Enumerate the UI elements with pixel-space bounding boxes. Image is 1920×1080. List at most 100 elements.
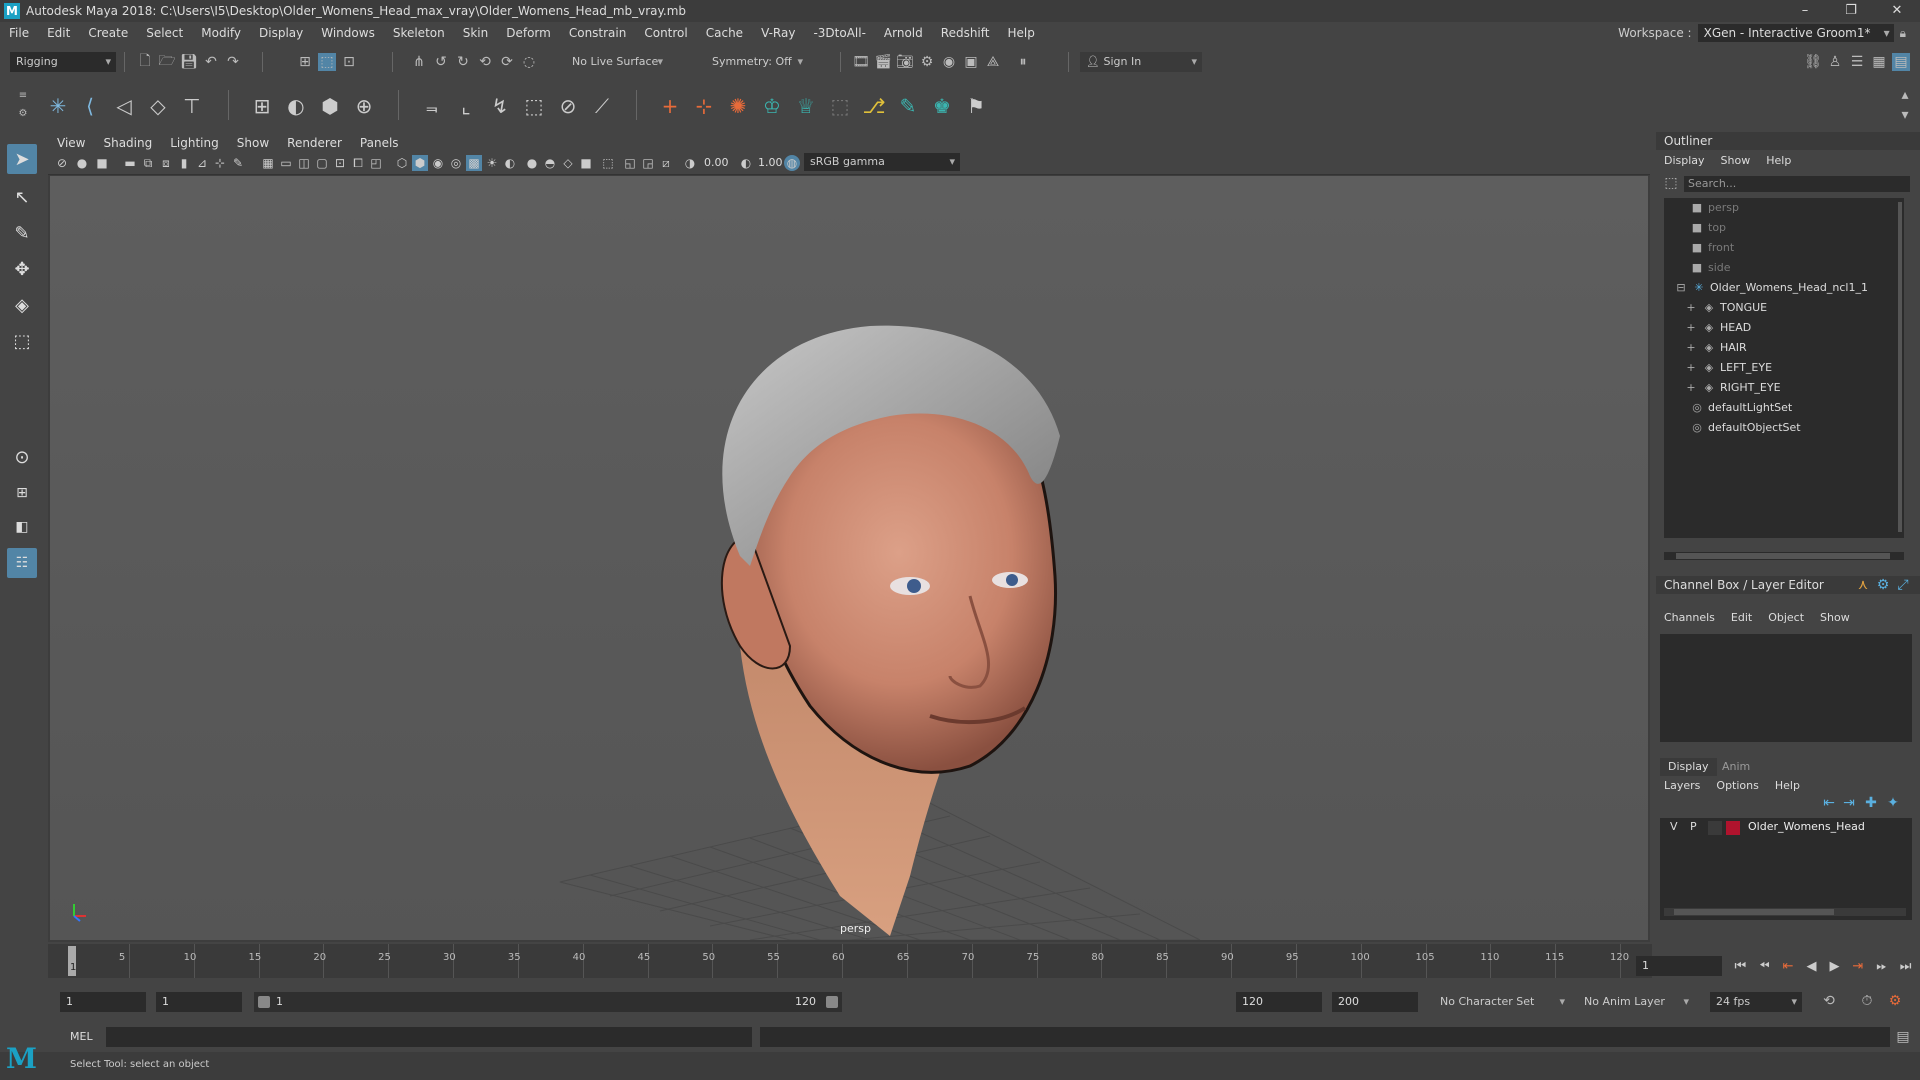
go-to-start-icon[interactable]: ⏮︎ — [1734, 959, 1746, 974]
expand-icon[interactable]: + — [1684, 358, 1698, 378]
layer-playback-toggle[interactable]: P — [1690, 820, 1697, 833]
outliner-search-input[interactable]: Search... — [1684, 176, 1910, 192]
outliner-item-camera[interactable]: ■ front — [1690, 238, 1734, 258]
use-all-lights-icon[interactable]: ☀ — [484, 155, 500, 171]
humanik-icon[interactable]: ♔ — [758, 92, 786, 120]
channel-box-layout-icon[interactable]: ⋏ — [1854, 576, 1872, 594]
pole-vector-icon[interactable]: ⟋ — [588, 92, 616, 120]
loop-icon[interactable]: ⟲ — [1820, 992, 1838, 1010]
view-transform-dropdown[interactable]: sRGB gamma — [804, 153, 960, 171]
outliner-layout-icon[interactable]: ☷ — [7, 548, 37, 578]
lattice-icon[interactable]: ⬢ — [316, 92, 344, 120]
orient-constraint-icon[interactable]: ↯ — [486, 92, 514, 120]
go-to-end-icon[interactable]: ⏭︎ — [1900, 959, 1912, 974]
shelf-gear-icon[interactable]: ⚙ — [14, 104, 32, 122]
resolution-toggle-icon[interactable]: ⊡ — [332, 155, 348, 171]
backface-culling-icon[interactable]: ⧄ — [658, 155, 674, 171]
pan-zoom-icon[interactable]: ◰ — [368, 155, 384, 171]
field-chart-icon[interactable]: ⊿ — [194, 155, 210, 171]
lock-icon[interactable]: 🔒︎ — [1900, 26, 1906, 41]
menu-help[interactable]: Help — [998, 26, 1043, 40]
outliner-item-mesh[interactable]: + ◈ HAIR — [1684, 338, 1746, 358]
two-pane-layout-icon[interactable]: ◧ — [7, 512, 37, 542]
xray-joints-icon[interactable]: ◲ — [640, 155, 656, 171]
layer-move-down-icon[interactable]: ⇥ — [1840, 794, 1858, 812]
select-camera-icon[interactable]: ⊘ — [54, 155, 70, 171]
restore-button[interactable]: ❐ — [1828, 0, 1874, 22]
viewport-menu-view[interactable]: View — [48, 136, 94, 150]
range-end-handle[interactable] — [826, 996, 838, 1008]
select-tool-icon[interactable]: ➤ — [7, 144, 37, 174]
lasso-tool-icon[interactable]: ↖ — [7, 182, 37, 212]
outliner-item-mesh[interactable]: + ◈ HEAD — [1684, 318, 1751, 338]
command-language-label[interactable]: MEL — [70, 1030, 93, 1043]
ik-spline-icon[interactable]: ◁ — [110, 92, 138, 120]
collapse-icon[interactable]: ⊟ — [1674, 278, 1688, 298]
step-forward-key-icon[interactable]: ⏩︎ — [1876, 959, 1886, 974]
image-plane-icon[interactable]: ▬ — [122, 155, 138, 171]
snap-point-icon[interactable]: ↻ — [454, 53, 472, 71]
animation-end-field[interactable]: 200 — [1332, 992, 1418, 1012]
grease-pencil-icon[interactable]: ✎ — [230, 155, 246, 171]
viewport-menu-shading[interactable]: Shading — [94, 136, 161, 150]
channel-box-toggle-icon[interactable]: ▤ — [1892, 53, 1910, 71]
menu-arnold[interactable]: Arnold — [875, 26, 932, 40]
layer-color-swatch[interactable] — [1726, 821, 1740, 835]
single-pane-layout-icon[interactable]: ⊙ — [7, 442, 37, 472]
film-gate-toggle-icon[interactable]: ▢ — [314, 155, 330, 171]
menu-set-dropdown[interactable]: Rigging — [10, 52, 116, 72]
gamma-icon[interactable]: ◐ — [738, 155, 754, 171]
step-back-frame-icon[interactable]: ⇤ — [1783, 959, 1794, 974]
snap-view-icon[interactable]: ⟲ — [476, 53, 494, 71]
sign-in-dropdown[interactable]: 👤︎ Sign In — [1080, 52, 1202, 72]
cluster-icon[interactable]: ⊕ — [350, 92, 378, 120]
exposure-icon[interactable]: ◑ — [682, 155, 698, 171]
scale-tool-icon[interactable]: ⬚ — [7, 326, 37, 356]
menu-display[interactable]: Display — [250, 26, 312, 40]
snap-plane-icon[interactable]: ◌ — [520, 53, 538, 71]
new-layer-icon[interactable]: ✚ — [1862, 794, 1880, 812]
viewport-menu-lighting[interactable]: Lighting — [161, 136, 228, 150]
menu-vray[interactable]: V-Ray — [752, 26, 804, 40]
modeling-toolkit-icon[interactable]: ⛓ — [1804, 53, 1822, 71]
layer-type-toggle[interactable] — [1708, 821, 1722, 835]
new-layer-selected-icon[interactable]: ✦ — [1884, 794, 1902, 812]
select-component-icon[interactable]: ⊡ — [340, 53, 358, 71]
character-rig-icon[interactable]: ✺ — [724, 92, 752, 120]
new-scene-icon[interactable]: 🗋 — [136, 53, 154, 71]
render-frame-icon[interactable]: 🎬︎ — [874, 53, 892, 71]
expand-icon[interactable]: + — [1684, 298, 1698, 318]
channel-box-settings-icon[interactable]: ⚙ — [1874, 576, 1892, 594]
close-button[interactable]: ✕ — [1874, 0, 1920, 22]
menu-windows[interactable]: Windows — [312, 26, 384, 40]
outliner-item-camera[interactable]: ■ side — [1690, 258, 1731, 278]
gate-mask-icon[interactable]: ▮ — [176, 155, 192, 171]
outliner-menu-help[interactable]: Help — [1758, 154, 1799, 167]
outliner-h-scrollbar[interactable] — [1664, 552, 1904, 560]
vray-render-icon[interactable]: ▣ — [962, 53, 980, 71]
locator-icon[interactable]: + — [656, 92, 684, 120]
gate-mask-toggle-icon[interactable]: ⧠ — [350, 155, 366, 171]
menu-redshift[interactable]: Redshift — [932, 26, 999, 40]
symmetry-dropdown[interactable]: Symmetry: Off — [706, 52, 808, 72]
undo-icon[interactable]: ↶ — [202, 53, 220, 71]
shelf-scroll-up-icon[interactable]: ▴ — [1896, 86, 1914, 104]
move-tool-icon[interactable]: ✥ — [7, 254, 37, 284]
humanik-skeleton-icon[interactable]: ♚ — [928, 92, 956, 120]
textured-icon[interactable]: ▩ — [466, 155, 482, 171]
safe-action-icon[interactable]: ⊹ — [212, 155, 228, 171]
bookmarks-icon[interactable]: ■ — [94, 155, 110, 171]
blend-shape-icon[interactable]: ⎇ — [860, 92, 888, 120]
auto-key-icon[interactable]: ⏱︎ — [1858, 992, 1876, 1010]
live-surface-dropdown[interactable]: No Live Surface — [566, 52, 668, 72]
layer-menu-help[interactable]: Help — [1767, 779, 1808, 792]
expand-icon[interactable]: + — [1684, 318, 1698, 338]
screen-space-ao-icon[interactable]: ● — [524, 155, 540, 171]
menu-modify[interactable]: Modify — [192, 26, 250, 40]
isolate-select-icon[interactable]: ⬚ — [600, 155, 616, 171]
command-input[interactable] — [106, 1027, 752, 1047]
fps-dropdown[interactable]: 24 fps — [1710, 992, 1802, 1012]
viewport-menu-show[interactable]: Show — [228, 136, 278, 150]
color-management-icon[interactable]: ◍ — [784, 155, 800, 171]
outliner-menu-show[interactable]: Show — [1713, 154, 1759, 167]
